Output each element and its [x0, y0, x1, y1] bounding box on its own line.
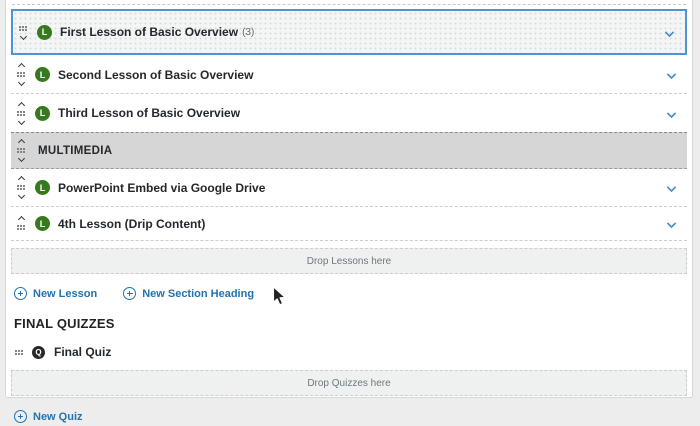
drag-handle-icon[interactable] [19, 25, 27, 31]
row-controls [11, 215, 31, 230]
drag-handle-icon[interactable] [17, 148, 25, 153]
drag-handle-icon[interactable] [15, 349, 23, 355]
section-heading-label: MULTIMEDIA [38, 144, 113, 157]
lesson-actions: New Lesson New Section Heading [14, 284, 687, 303]
quiz-actions: New Quiz [14, 407, 687, 426]
move-down-icon[interactable] [17, 117, 25, 125]
lesson-title: Second Lesson of Basic Overview [58, 67, 254, 82]
new-quiz-label: New Quiz [33, 410, 83, 423]
drop-lessons-label: Drop Lessons here [306, 255, 392, 267]
new-lesson-label: New Lesson [33, 287, 98, 300]
plus-circle-icon [14, 410, 27, 423]
move-down-icon[interactable] [17, 78, 25, 87]
move-down-icon[interactable] [17, 191, 25, 200]
lesson-icon: L [35, 180, 50, 195]
row-controls [11, 62, 31, 87]
lesson-icon: L [37, 24, 52, 40]
move-up-icon[interactable] [17, 138, 25, 147]
lesson-row-fourth[interactable]: L 4th Lesson (Drip Content) [11, 207, 687, 241]
chevron-down-icon[interactable] [666, 108, 677, 118]
course-builder-panel: L First Lesson of Basic Overview (3) L S… [5, 0, 693, 423]
drop-quizzes-zone[interactable]: Drop Quizzes here [11, 370, 687, 396]
lesson-icon: L [35, 67, 50, 82]
drag-handle-icon[interactable] [17, 110, 25, 116]
new-quiz-button[interactable]: New Quiz [14, 410, 83, 423]
chevron-down-icon[interactable] [666, 218, 677, 229]
move-up-icon[interactable] [17, 62, 25, 71]
quiz-row-final-quiz[interactable]: Q Final Quiz [15, 341, 687, 363]
drag-handle-icon[interactable] [17, 185, 25, 190]
lesson-row-second[interactable]: L Second Lesson of Basic Overview [11, 56, 687, 94]
lesson-title: First Lesson of Basic Overview [60, 25, 239, 39]
lesson-title: PowerPoint Embed via Google Drive [58, 180, 266, 195]
row-controls [11, 175, 31, 200]
plus-circle-icon [14, 287, 27, 300]
row-controls [13, 25, 33, 40]
lesson-row-third[interactable]: L Third Lesson of Basic Overview [11, 94, 687, 132]
drop-lessons-zone[interactable]: Drop Lessons here [11, 248, 687, 274]
move-up-icon[interactable] [17, 215, 25, 224]
plus-circle-icon [123, 287, 137, 300]
lesson-row-powerpoint[interactable]: L PowerPoint Embed via Google Drive [11, 169, 687, 207]
lesson-topic-count: (3) [242, 26, 255, 38]
lesson-icon: L [35, 216, 50, 231]
lesson-row-first[interactable]: L First Lesson of Basic Overview (3) [11, 9, 687, 55]
new-lesson-button[interactable]: New Lesson [14, 287, 97, 300]
final-quizzes-heading: FINAL QUIZZES [14, 316, 115, 331]
chevron-down-icon[interactable] [666, 182, 677, 193]
lesson-title: 4th Lesson (Drip Content) [58, 216, 206, 231]
section-heading-row-multimedia[interactable]: MULTIMEDIA [11, 132, 687, 169]
new-section-heading-button[interactable]: New Section Heading [123, 287, 254, 300]
row-controls [11, 101, 31, 125]
drop-quizzes-label: Drop Quizzes here [307, 377, 391, 389]
lesson-title: Third Lesson of Basic Overview [58, 106, 241, 120]
quiz-title: Final Quiz [54, 345, 112, 359]
move-down-icon[interactable] [17, 154, 25, 163]
move-up-icon[interactable] [17, 101, 25, 109]
row-controls [11, 138, 31, 163]
chevron-down-icon[interactable] [664, 27, 675, 37]
drag-handle-icon[interactable] [17, 72, 25, 77]
top-drop-divider [12, 4, 686, 5]
quiz-icon: Q [32, 345, 45, 359]
new-section-heading-label: New Section Heading [142, 287, 255, 300]
lesson-icon: L [35, 105, 50, 121]
drag-handle-icon[interactable] [17, 225, 25, 230]
chevron-down-icon[interactable] [666, 69, 677, 80]
move-up-icon[interactable] [17, 175, 25, 184]
move-down-icon[interactable] [19, 32, 27, 40]
